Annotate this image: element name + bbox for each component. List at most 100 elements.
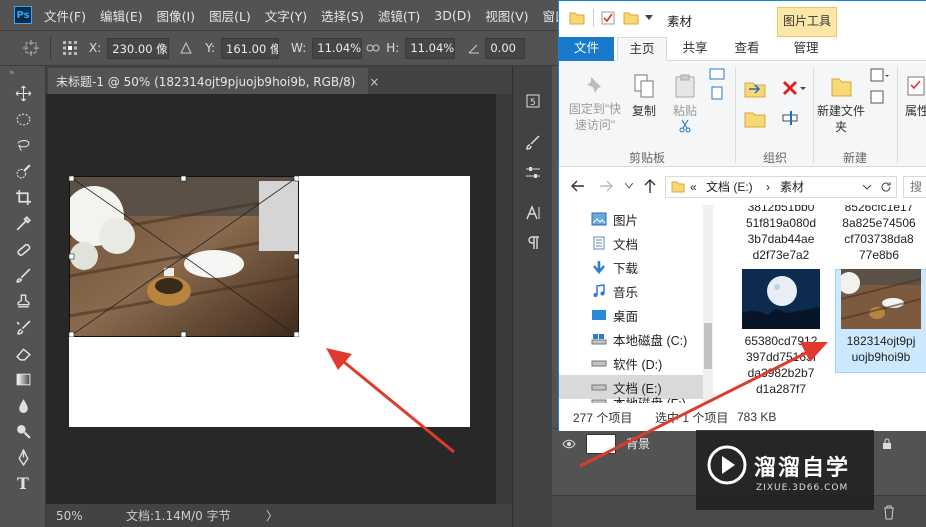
nav-scrollbar[interactable] (703, 205, 713, 403)
transform-icon[interactable] (20, 37, 42, 59)
up-arrow-icon[interactable] (643, 178, 657, 194)
address-dropdown-icon[interactable] (862, 184, 872, 190)
stamp-icon[interactable] (0, 288, 46, 314)
move-to-icon[interactable] (743, 77, 769, 137)
canvas-workspace[interactable] (46, 94, 496, 504)
tab-manage[interactable]: 管理 (781, 37, 831, 61)
gradient-icon[interactable] (0, 366, 46, 392)
reference-point-icon[interactable] (59, 37, 81, 59)
y-field[interactable]: 161.00 像素 (221, 37, 280, 59)
ring-photo-thumbnail (838, 269, 922, 329)
document-tab[interactable]: 未标题-1 @ 50% (182314ojt9pjuojb9hoi9b, RGB… (48, 68, 379, 94)
eyedropper-icon[interactable] (0, 210, 46, 236)
paste-button[interactable]: 粘贴 (665, 73, 705, 137)
menu-file[interactable]: 文件(F) (44, 6, 86, 25)
nav-drive-c[interactable]: 本地磁盘 (C:) (559, 327, 713, 351)
trash-icon[interactable] (882, 504, 896, 520)
copy-button[interactable]: 复制 (625, 73, 663, 119)
lasso-icon[interactable] (0, 132, 46, 158)
quick-select-icon[interactable] (0, 158, 46, 184)
blur-icon[interactable] (0, 392, 46, 418)
menu-3d[interactable]: 3D(D) (434, 8, 471, 23)
width-field[interactable]: 11.04% (312, 37, 363, 59)
brush-icon[interactable] (0, 262, 46, 288)
properties-button[interactable]: 属性 (905, 73, 926, 119)
tab-view[interactable]: 查看 (725, 37, 769, 61)
breadcrumb-prefix[interactable]: « (690, 177, 697, 197)
document-canvas[interactable] (69, 176, 470, 427)
new-folder-button[interactable]: 新建文件夹 (817, 73, 865, 135)
nav-drive-d[interactable]: 软件 (D:) (559, 351, 713, 375)
file-item-3[interactable]: 65380cd7912 397dd75163f da3982b2b7 d1a28… (733, 269, 829, 397)
ribbon-separator (735, 67, 736, 163)
link-icon[interactable] (362, 37, 384, 59)
eraser-icon[interactable] (0, 340, 46, 366)
menu-layer[interactable]: 图层(L) (209, 6, 251, 25)
layer-name[interactable]: 背景 (626, 435, 650, 452)
recent-dropdown-icon[interactable] (625, 183, 633, 189)
healing-icon[interactable] (0, 236, 46, 262)
pin-quick-access-button[interactable]: 固定到"快速访问" (563, 73, 627, 133)
zoom-level[interactable]: 50% (56, 509, 126, 523)
nav-documents[interactable]: 文档 (559, 231, 713, 255)
cut-icon[interactable] (678, 119, 692, 133)
file-name-line: 8a825e74506 (842, 216, 916, 230)
forward-arrow-icon[interactable] (599, 179, 613, 193)
type-icon[interactable]: T (0, 470, 46, 496)
move-icon[interactable] (0, 80, 46, 106)
file-item-1[interactable]: 3812b51bb0 51f819a080d 3b7dab44ae d2f73e… (733, 205, 829, 263)
copy-path-icon[interactable] (707, 67, 727, 111)
nav-downloads[interactable]: 下载 (559, 255, 713, 279)
menu-view[interactable]: 视图(V) (485, 6, 528, 25)
type-icon-glyph: T (17, 473, 29, 493)
properties-check-icon[interactable] (601, 11, 615, 25)
new-item-icon[interactable] (867, 67, 891, 107)
refresh-icon[interactable] (880, 181, 892, 193)
character-panel-icon[interactable] (513, 198, 553, 228)
status-arrow[interactable]: 〉 (266, 507, 278, 524)
breadcrumb-folder[interactable]: 素材 (780, 177, 804, 197)
angle-field[interactable]: 0.00 (485, 37, 526, 59)
history-panel-icon[interactable]: 5 (513, 86, 553, 116)
nav-scrollbar-thumb[interactable] (704, 323, 712, 369)
menu-select[interactable]: 选择(S) (321, 6, 364, 25)
menu-type[interactable]: 文字(Y) (265, 6, 307, 25)
paragraph-panel-icon[interactable] (513, 228, 553, 258)
rename-icon[interactable] (781, 109, 801, 127)
close-icon[interactable]: × (369, 75, 379, 89)
nav-pictures[interactable]: 图片 (559, 207, 713, 231)
tab-file[interactable]: 文件 (559, 37, 614, 61)
adjust-panel-icon[interactable] (513, 158, 553, 188)
toolbar-collapse[interactable]: » (0, 66, 45, 80)
marquee-icon[interactable] (0, 106, 46, 132)
nav-drive-e[interactable]: 文档 (E:) (559, 375, 713, 399)
menu-filter[interactable]: 滤镜(T) (378, 6, 420, 25)
canvas-scrollbar[interactable] (496, 94, 512, 504)
x-field[interactable]: 230.00 像素 (107, 37, 170, 59)
eye-icon[interactable] (562, 439, 576, 449)
menu-edit[interactable]: 编辑(E) (100, 6, 143, 25)
placed-image[interactable] (69, 176, 299, 337)
search-input[interactable]: 搜 (903, 176, 926, 198)
crop-icon[interactable] (0, 184, 46, 210)
dodge-icon[interactable] (0, 418, 46, 444)
delete-icon[interactable] (781, 79, 807, 99)
file-item-4-selected[interactable]: 182314ojt9pj uojb9hoi9b (835, 269, 926, 365)
history-brush-icon[interactable] (0, 314, 46, 340)
nav-music[interactable]: 音乐 (559, 279, 713, 303)
file-item-2[interactable]: 8526cfc1e17 8a825e74506 cf703738da8 77e8… (831, 205, 926, 263)
tab-home[interactable]: 主页 (617, 37, 667, 61)
selected-count: 选中 1 个项目 (655, 410, 729, 425)
nav-desktop[interactable]: 桌面 (559, 303, 713, 327)
new-folder-qa-icon[interactable] (623, 11, 639, 25)
menu-image[interactable]: 图像(I) (157, 6, 195, 25)
height-field[interactable]: 11.04% (405, 37, 456, 59)
pen-icon[interactable] (0, 444, 46, 470)
brush-panel-icon[interactable] (513, 128, 553, 158)
tab-share[interactable]: 共享 (673, 37, 717, 61)
breadcrumb-drive[interactable]: 文档 (E:) (706, 177, 753, 197)
address-bar[interactable]: « 文档 (E:) › 素材 (665, 176, 897, 198)
qa-dropdown-icon[interactable] (645, 15, 653, 21)
delta-icon[interactable] (175, 37, 197, 59)
back-arrow-icon[interactable] (571, 179, 585, 193)
